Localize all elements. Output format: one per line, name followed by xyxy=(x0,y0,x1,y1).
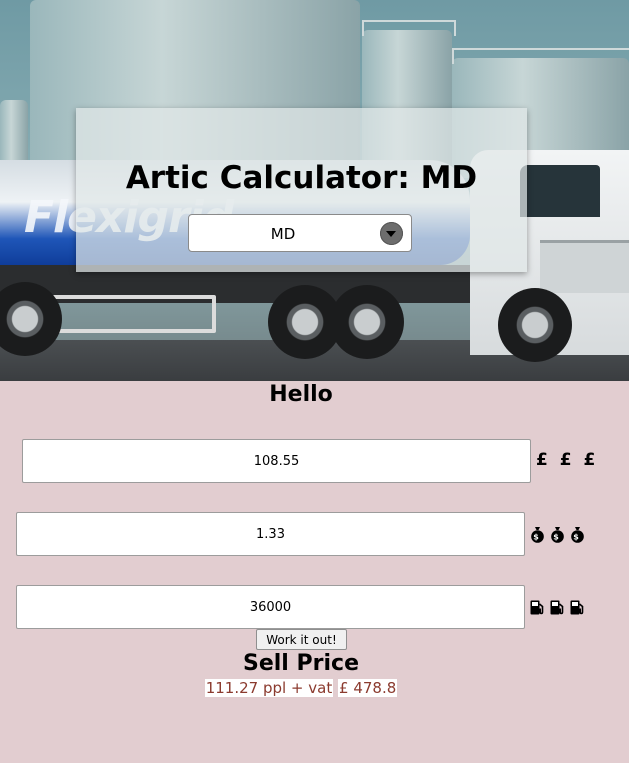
side-guard xyxy=(52,295,216,333)
greeting-heading: Hello xyxy=(269,382,333,407)
svg-text:$: $ xyxy=(573,532,582,541)
tank-railing xyxy=(452,48,629,64)
pound-sign-label: £ £ £ xyxy=(536,450,599,470)
money-bag-icon: $ xyxy=(571,526,584,543)
wheel xyxy=(498,288,572,362)
fuel-pump-icon xyxy=(530,600,544,614)
result-ppl: 111.27 ppl + vat xyxy=(204,679,334,697)
litres-input[interactable] xyxy=(16,585,525,629)
fuel-pump-icon xyxy=(550,600,564,614)
sell-price-result: 111.27 ppl + vat £ 478.8 xyxy=(0,679,602,697)
svg-text:$: $ xyxy=(533,532,542,541)
svg-text:$: $ xyxy=(553,532,562,541)
depot-select-value: MD xyxy=(270,225,296,243)
cab-grille xyxy=(540,240,629,293)
chevron-down-icon[interactable] xyxy=(380,222,403,245)
result-total: £ 478.8 xyxy=(338,679,398,697)
page-title: Artic Calculator: MD xyxy=(125,160,478,196)
margin-input[interactable] xyxy=(16,512,525,556)
sell-price-heading: Sell Price xyxy=(243,651,359,676)
work-it-out-button[interactable]: Work it out! xyxy=(256,629,347,650)
title-panel: Artic Calculator: MD MD xyxy=(76,108,527,272)
money-bag-icon: $ xyxy=(551,526,564,543)
base-price-input[interactable] xyxy=(22,439,531,483)
wheel xyxy=(330,285,404,359)
fuel-pump-icons xyxy=(529,597,589,617)
money-bag-icon: $ xyxy=(531,526,544,543)
money-bag-icons: $ $ $ xyxy=(529,524,589,544)
fuel-pump-icon xyxy=(570,600,584,614)
depot-select[interactable]: MD xyxy=(188,214,412,252)
tank-railing xyxy=(362,20,456,36)
cab-window xyxy=(520,165,600,217)
